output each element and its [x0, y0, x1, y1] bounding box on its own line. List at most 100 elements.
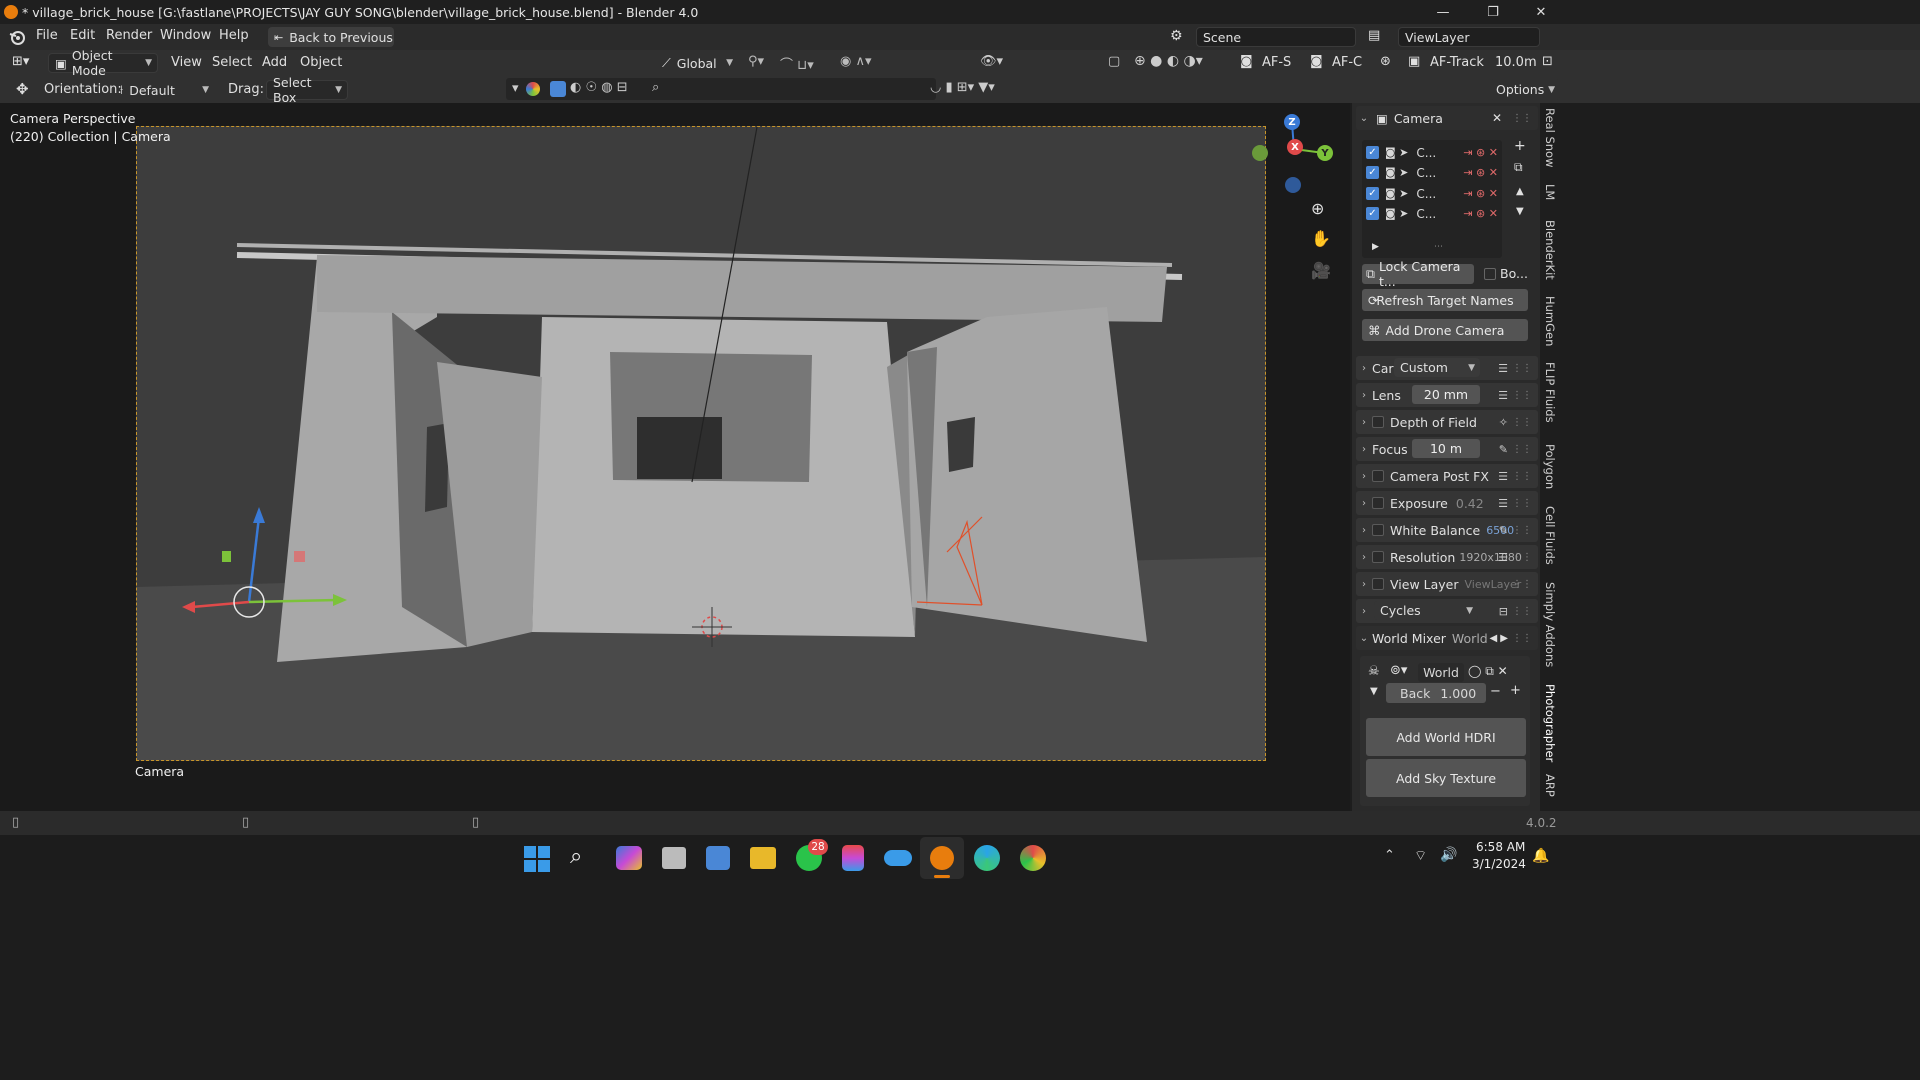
resolution-checkbox[interactable] — [1372, 551, 1384, 563]
tab-photographer[interactable]: Photographer — [1543, 684, 1557, 762]
editor-type-icon[interactable]: ⊞▾ — [12, 54, 29, 69]
drag-grip-icon[interactable]: ⋮⋮ — [1512, 525, 1532, 536]
post-fx-checkbox[interactable] — [1372, 470, 1384, 482]
windows-start-icon[interactable] — [524, 846, 550, 872]
minimize-button[interactable]: — — [1420, 0, 1466, 24]
drag-grip-icon[interactable]: ⋮⋮ — [1512, 363, 1532, 374]
chrome-icon[interactable] — [1020, 845, 1046, 871]
resolution-row[interactable]: › Resolution 1920x1080 ☰ ⋮⋮ — [1356, 545, 1538, 569]
blender-menu-icon[interactable] — [8, 28, 26, 46]
scene-selector-icon[interactable]: ⚙ — [1170, 28, 1183, 44]
menu-render[interactable]: Render — [106, 28, 152, 43]
exposure-row[interactable]: › Exposure 0.42 ☰ ⋮⋮ — [1356, 491, 1538, 515]
file-explorer-icon[interactable] — [750, 847, 776, 869]
copilot-icon[interactable] — [616, 846, 642, 870]
search-icon[interactable]: ⌕ — [652, 80, 659, 95]
mode-dropdown[interactable]: ▣ Object Mode ▼ — [48, 48, 158, 78]
pan-hand-icon[interactable]: ✋ — [1311, 229, 1331, 248]
filter-chevron-icon[interactable]: ▾ — [512, 81, 519, 96]
af-track-button[interactable]: AF-Track — [1430, 55, 1484, 70]
gizmo-neg-y-axis[interactable] — [1252, 145, 1268, 161]
render-engine-row[interactable]: › Cycles ▼ ⊟ ⋮⋮ — [1356, 599, 1538, 623]
camera-item-actions[interactable]: ⇥ ⊛ ✕ — [1463, 187, 1498, 200]
checkbox-icon[interactable]: ✓ — [1366, 207, 1379, 220]
transform-orientation-dropdown[interactable]: ⟋ Global ▼ — [656, 53, 738, 73]
tab-flip-fluids[interactable]: FLIP Fluids — [1543, 362, 1557, 423]
drag-dropdown[interactable]: Select Box ▼ — [266, 75, 348, 105]
prev-next-arrows-icon[interactable]: ◀ ▶ — [1489, 633, 1508, 644]
duplicate-camera-icon[interactable]: ⧉ — [1514, 160, 1523, 175]
blender-taskbar-icon[interactable] — [930, 846, 954, 870]
notification-bell-icon[interactable]: 🔔 — [1532, 848, 1549, 864]
pivot-icon[interactable]: ⚲▾ — [748, 54, 764, 69]
options-dropdown[interactable]: Options ▼ — [1490, 79, 1560, 100]
task-view-icon[interactable] — [662, 847, 686, 869]
plus-icon[interactable]: + — [1510, 683, 1521, 698]
render-camera-icon[interactable]: ◙ ➤ — [1385, 166, 1408, 179]
add-sky-texture-button[interactable]: Add Sky Texture — [1366, 759, 1526, 797]
back-to-previous-button[interactable]: ⇤ Back to Previous — [268, 27, 394, 47]
list-expand-icon[interactable]: ▶ — [1372, 242, 1379, 252]
dof-checkbox[interactable] — [1372, 416, 1384, 428]
tab-humgen[interactable]: HumGen — [1543, 296, 1557, 346]
af-c-camera-icon[interactable]: ◙ — [1310, 54, 1323, 69]
drag-grip-icon[interactable]: ⋮⋮ — [1512, 498, 1532, 509]
refresh-target-names-button[interactable]: ⟳ Refresh Target Names — [1362, 289, 1528, 311]
viewlayer-field[interactable]: ViewLayer — [1398, 27, 1540, 47]
clock-date[interactable]: 3/1/2024 — [1472, 857, 1526, 871]
drag-grip-icon[interactable]: ⋮⋮ — [1512, 390, 1532, 401]
checkbox-icon[interactable]: ✓ — [1366, 187, 1379, 200]
tray-expand-icon[interactable]: ⌃ — [1384, 848, 1395, 863]
checkbox-icon[interactable]: ✓ — [1366, 146, 1379, 159]
world-name-field[interactable]: World — [1418, 663, 1464, 682]
render-camera-icon[interactable]: ◙ ➤ — [1385, 146, 1408, 159]
gizmo-neg-z-axis[interactable] — [1285, 177, 1301, 193]
search-icon[interactable]: ⌕ — [570, 844, 582, 869]
add-drone-camera-button[interactable]: ⌘ Add Drone Camera — [1362, 319, 1528, 341]
gizmo-z-axis[interactable]: Z — [1284, 114, 1300, 130]
drag-grip-icon[interactable]: ⋮⋮ — [1512, 606, 1532, 617]
bo-checkbox[interactable] — [1484, 268, 1496, 280]
filter-right-icons[interactable]: ◡ ▮ ⊞▾ ▼▾ — [930, 80, 995, 95]
move-up-icon[interactable]: ▲ — [1516, 186, 1524, 197]
store-icon[interactable] — [706, 846, 730, 870]
menu-add[interactable]: Add — [262, 55, 287, 70]
eyedropper-icon[interactable]: ✎ — [1499, 443, 1508, 456]
onedrive-icon[interactable] — [884, 850, 912, 866]
clock-time[interactable]: 6:58 AM — [1476, 840, 1525, 854]
menu-view[interactable]: View — [171, 55, 202, 70]
eyedropper-icon[interactable]: ✎ — [1499, 524, 1508, 537]
af-focus-icon[interactable]: ⊛ — [1380, 54, 1391, 69]
camera-preset-dropdown[interactable]: Custom ▼ — [1394, 358, 1480, 377]
exposure-value[interactable]: 0.42 — [1456, 496, 1484, 511]
menu-select[interactable]: Select — [212, 55, 252, 70]
tab-polygon[interactable]: Polygon — [1543, 444, 1557, 489]
list-icon[interactable]: ☰ — [1498, 470, 1508, 483]
view-layer-row[interactable]: › View Layer ViewLayer ⋮⋮ — [1356, 572, 1538, 596]
camera-frame[interactable] — [136, 126, 1266, 761]
wifi-icon[interactable]: ⌔ — [1414, 847, 1427, 865]
collapse-icon[interactable]: ▼ — [1370, 686, 1378, 697]
shading-modes-icon[interactable]: ⊕ ● ◐ ◑▾ — [1134, 53, 1203, 69]
back-strength-field[interactable]: Back 1.000 — [1386, 683, 1486, 703]
depth-of-field-row[interactable]: › Depth of Field ✧ ⋮⋮ — [1356, 410, 1538, 434]
camera-list-item[interactable]: ✓ ◙ ➤ C... ⇥ ⊛ ✕ — [1366, 184, 1498, 203]
camera-view-icon[interactable]: 🎥 — [1311, 261, 1331, 280]
render-camera-icon[interactable]: ◙ ➤ — [1385, 207, 1408, 220]
menu-edit[interactable]: Edit — [70, 28, 95, 43]
af-c-button[interactable]: AF-C — [1332, 55, 1362, 70]
camera-preset-row[interactable]: › Car Custom ▼ ☰ ⋮⋮ — [1356, 356, 1538, 380]
camera-item-actions[interactable]: ⇥ ⊛ ✕ — [1463, 166, 1498, 179]
filter-mode-icons[interactable]: ◐ ☉ ◍ ⊟ — [570, 80, 628, 95]
menu-help[interactable]: Help — [219, 28, 249, 43]
camera-list-item[interactable]: ✓ ◙ ➤ C... ⇥ ⊛ ✕ — [1366, 143, 1498, 162]
drag-grip-icon[interactable]: ⋮⋮ — [1512, 444, 1532, 455]
scene-field[interactable]: Scene — [1196, 27, 1356, 47]
drag-grip-icon[interactable]: ⋮⋮ — [1512, 579, 1532, 590]
camera-item-actions[interactable]: ⇥ ⊛ ✕ — [1463, 207, 1498, 220]
world-actions-icons[interactable]: ◯ ⧉ ✕ — [1468, 664, 1508, 679]
select-box-icon[interactable] — [550, 81, 566, 97]
list-icon[interactable]: ☰ — [1498, 362, 1508, 375]
tab-lm[interactable]: LM — [1543, 184, 1557, 200]
focus-row[interactable]: › Focus 10 m ✎ ⋮⋮ — [1356, 437, 1538, 461]
